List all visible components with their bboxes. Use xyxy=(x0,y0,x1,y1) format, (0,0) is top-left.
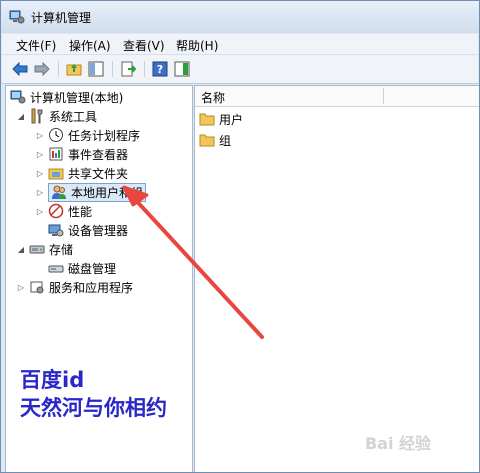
tree-selection[interactable]: 本地用户和组 xyxy=(48,182,147,202)
services-icon xyxy=(29,279,45,295)
shared-folder-icon xyxy=(48,165,64,181)
expander-icon[interactable]: ▷ xyxy=(35,188,45,197)
expander-icon[interactable]: ▷ xyxy=(35,150,45,159)
back-arrow-icon[interactable] xyxy=(10,59,30,79)
toolbar: ? xyxy=(2,55,478,84)
console-tree: 计算机管理(本地) ◢ 系统工具 ▷ 任务计划程序 ▷ 事件查看器 ▷ 共享文件… xyxy=(5,85,193,472)
tree-root[interactable]: 计算机管理(本地) xyxy=(10,88,123,106)
up-folder-icon[interactable] xyxy=(64,59,84,79)
forward-arrow-icon[interactable] xyxy=(32,59,52,79)
expander-icon[interactable]: ▷ xyxy=(35,207,45,216)
menu-action[interactable]: 操作(A) xyxy=(69,37,111,54)
clock-icon xyxy=(48,127,64,143)
title-bar[interactable]: 计算机管理 xyxy=(1,1,479,33)
expander-icon[interactable]: ◢ xyxy=(16,245,26,254)
watermark-line-2: 天然河与你相约 xyxy=(20,396,167,420)
tree-label: 存储 xyxy=(49,242,74,257)
folder-icon xyxy=(199,132,215,148)
column-header-name[interactable]: 名称 xyxy=(195,86,479,107)
tree-label: 服务和应用程序 xyxy=(49,280,134,295)
svg-text:?: ? xyxy=(157,63,163,76)
tree-item-task-scheduler[interactable]: ▷ 任务计划程序 xyxy=(35,126,140,144)
export-list-icon[interactable] xyxy=(118,59,138,79)
users-icon xyxy=(51,184,67,200)
folder-icon xyxy=(199,111,215,127)
menu-bar: 文件(F) 操作(A) 查看(V) 帮助(H) xyxy=(2,34,478,55)
menu-help[interactable]: 帮助(H) xyxy=(176,37,218,54)
expander-icon[interactable]: ▷ xyxy=(16,283,26,292)
expander-icon[interactable]: ◢ xyxy=(16,112,26,121)
performance-icon xyxy=(48,203,64,219)
tree-item-local-users-groups[interactable]: ▷ 本地用户和组 xyxy=(35,182,147,202)
tree-label: 任务计划程序 xyxy=(68,128,141,143)
column-divider[interactable] xyxy=(383,88,384,104)
list-item-label: 组 xyxy=(219,133,232,148)
disk-icon xyxy=(48,260,64,276)
tree-item-device-manager[interactable]: 设备管理器 xyxy=(35,221,128,239)
tools-icon xyxy=(29,108,45,124)
computer-management-icon xyxy=(9,9,25,25)
computer-management-window: 计算机管理 文件(F) 操作(A) 查看(V) 帮助(H) ? 计算机管理(本地… xyxy=(0,0,480,473)
tree-label: 设备管理器 xyxy=(68,223,129,238)
device-manager-icon xyxy=(48,222,64,238)
toolbar-separator xyxy=(144,61,145,77)
tree-label: 计算机管理(本地) xyxy=(30,90,124,105)
tree-item-services-apps[interactable]: ▷ 服务和应用程序 xyxy=(16,278,133,296)
window-title: 计算机管理 xyxy=(31,11,92,25)
help-icon[interactable]: ? xyxy=(150,59,170,79)
list-item-users[interactable]: 用户 xyxy=(199,110,243,128)
storage-icon xyxy=(29,241,45,257)
tree-label: 本地用户和组 xyxy=(71,185,144,200)
tree-label: 事件查看器 xyxy=(68,147,129,162)
tree-item-performance[interactable]: ▷ 性能 xyxy=(35,202,92,220)
menu-view[interactable]: 查看(V) xyxy=(123,37,165,54)
tree-item-system-tools[interactable]: ◢ 系统工具 xyxy=(16,107,97,125)
event-viewer-icon xyxy=(48,146,64,162)
watermark-line-1: 百度id xyxy=(20,368,85,392)
tree-item-disk-management[interactable]: 磁盘管理 xyxy=(35,259,116,277)
toolbar-separator xyxy=(112,61,113,77)
show-hide-console-tree-icon[interactable] xyxy=(86,59,106,79)
tree-label: 磁盘管理 xyxy=(68,261,117,276)
list-item-label: 用户 xyxy=(219,112,244,127)
menu-file[interactable]: 文件(F) xyxy=(16,37,56,54)
column-header-label: 名称 xyxy=(201,91,226,105)
result-pane: 名称 用户 组 xyxy=(194,85,479,472)
tree-item-storage[interactable]: ◢ 存储 xyxy=(16,240,73,258)
baidu-logo-watermark: Bai 经验 xyxy=(365,434,432,453)
expander-icon[interactable]: ▷ xyxy=(35,169,45,178)
show-action-pane-icon[interactable] xyxy=(172,59,192,79)
tree-label: 性能 xyxy=(68,204,93,219)
computer-management-icon xyxy=(10,89,26,105)
tree-label: 系统工具 xyxy=(49,109,98,124)
tree-item-event-viewer[interactable]: ▷ 事件查看器 xyxy=(35,145,128,163)
tree-item-shared-folders[interactable]: ▷ 共享文件夹 xyxy=(35,164,128,182)
list-item-groups[interactable]: 组 xyxy=(199,131,231,149)
expander-icon[interactable]: ▷ xyxy=(35,131,45,140)
toolbar-separator xyxy=(58,61,59,77)
tree-label: 共享文件夹 xyxy=(68,166,129,181)
